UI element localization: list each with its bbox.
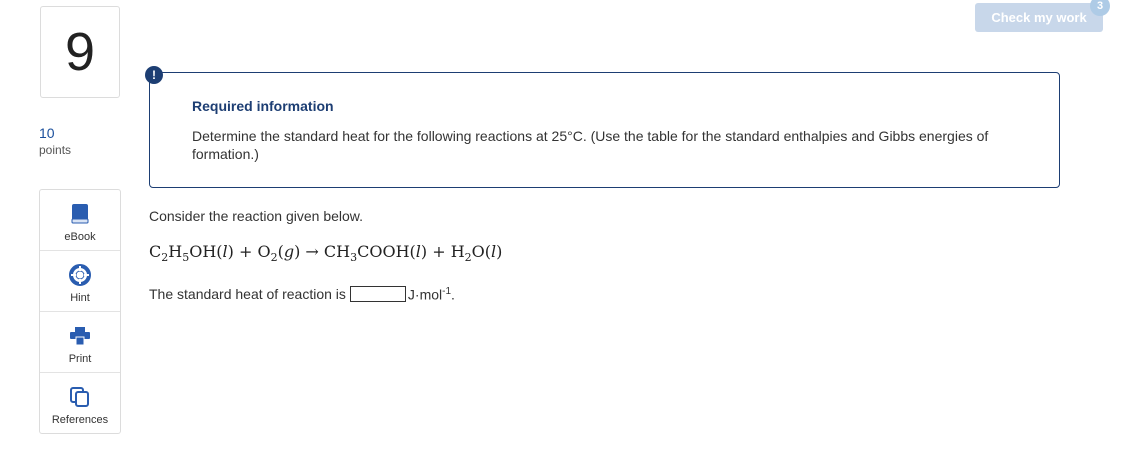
copy-icon (69, 386, 91, 408)
points-label: points (39, 143, 72, 157)
required-info-text: Determine the standard heat for the foll… (192, 128, 989, 162)
print-label: Print (68, 353, 92, 365)
answer-prefix: The standard heat of reaction is (149, 286, 346, 303)
printer-icon (69, 325, 91, 347)
print-button[interactable]: Print (40, 312, 120, 373)
answer-unit: J·mol-1. (408, 286, 455, 303)
required-info-box: Required information Determine the stand… (149, 72, 1060, 188)
prompt-text: Consider the reaction given below. (149, 208, 364, 224)
unit-suffix: . (451, 286, 455, 303)
answer-input[interactable] (349, 286, 406, 303)
answer-row: The standard heat of reaction is J·mol-1… (149, 286, 455, 303)
book-icon (69, 203, 91, 225)
required-info-title: Required information (192, 98, 334, 114)
ebook-label: eBook (64, 231, 96, 243)
tools-panel: eBook Hint Print References (39, 189, 121, 434)
chemical-equation: C2H5OH(l) + O2(g) → CH3COOH(l) + H2O(l) (149, 242, 503, 265)
hint-button[interactable]: Hint (40, 251, 120, 312)
question-number: 9 (64, 22, 96, 82)
alert-icon: ! (145, 66, 163, 84)
points-value: 10 (39, 125, 55, 141)
attempts-badge: 3 (1090, 0, 1110, 16)
question-number-box: 9 (40, 6, 120, 98)
check-my-work-button[interactable]: Check my work (975, 3, 1103, 32)
points-info: 10 points (39, 125, 71, 159)
references-button[interactable]: References (40, 373, 120, 434)
unit-exponent: -1 (442, 286, 452, 297)
ebook-button[interactable]: eBook (40, 190, 120, 251)
hint-label: Hint (70, 292, 90, 304)
lifebuoy-icon (69, 264, 91, 286)
unit-text: J·mol (407, 286, 443, 303)
check-my-work-label: Check my work (991, 10, 1087, 25)
references-label: References (51, 414, 109, 426)
